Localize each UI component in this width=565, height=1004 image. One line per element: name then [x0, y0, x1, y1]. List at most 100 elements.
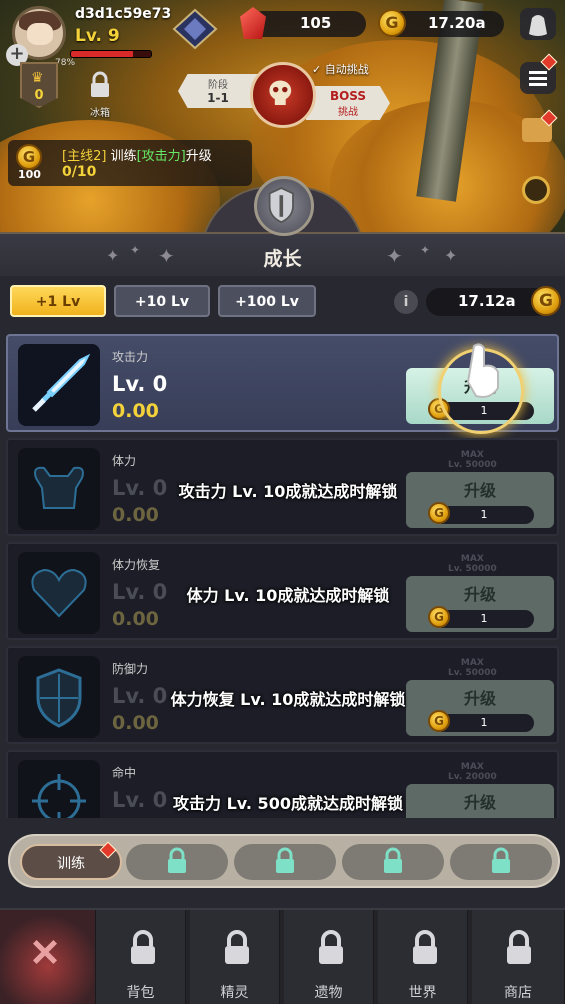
gem-value: 105 — [300, 14, 332, 32]
max-level: MAX Lv. 50000 — [448, 658, 497, 678]
lock-icon — [91, 71, 109, 97]
timer-icon[interactable] — [522, 176, 550, 204]
stat-list[interactable]: 攻击力 Lv. 0 0.00 升级 G 1 体力 Lv. 0 0.00 MAXL… — [6, 330, 559, 818]
locked-feature[interactable]: 冰箱 — [80, 70, 120, 119]
tab-locked-3[interactable] — [342, 844, 444, 880]
stage-value: 1-1 — [207, 91, 229, 105]
stat-card-attack: 攻击力 Lv. 0 0.00 升级 G 1 — [6, 334, 559, 434]
lock-icon — [168, 847, 186, 873]
gold-value: 17.20a — [428, 14, 486, 32]
tab-locked-1[interactable] — [126, 844, 228, 880]
boss-title: BOSS — [329, 89, 367, 103]
hp-percent: 78% — [55, 58, 76, 68]
upgrade-label: 升级 — [463, 793, 496, 812]
gold-coin-icon: G — [378, 9, 406, 37]
nav-label: 精灵 — [220, 985, 249, 1001]
heart-icon — [18, 552, 100, 634]
lock-icon — [276, 847, 294, 873]
upgrade-button[interactable]: 升级 — [406, 784, 554, 818]
quest-suffix: 升级 — [185, 149, 212, 164]
nav-relic[interactable]: 遗物 — [284, 910, 374, 1004]
crown-icon: ♛ — [31, 70, 44, 86]
nav-world[interactable]: 世界 — [378, 910, 468, 1004]
sub-tab-bar: 训练 — [8, 834, 560, 888]
quest-reward: 100 — [18, 168, 41, 181]
info-icon[interactable]: i — [394, 290, 418, 314]
stat-value: 0.00 — [112, 712, 159, 734]
shield-icon — [18, 656, 100, 738]
nav-label: 背包 — [126, 985, 155, 1001]
crosshair-icon — [18, 760, 100, 818]
rank-value: 0 — [34, 88, 44, 103]
auto-battle-toggle[interactable]: ✓ 自动挑战 — [312, 61, 369, 77]
rank-emblem-icon[interactable] — [170, 8, 220, 50]
muscle-icon — [18, 448, 100, 530]
player-level: Lv. 9 — [75, 26, 120, 46]
plus-100-level-button[interactable]: +100 Lv — [218, 285, 316, 317]
upgrade-cost: 1 — [480, 612, 488, 625]
stat-card-stamina: 体力 Lv. 0 0.00 MAX Lv. 50000 升级 G 1 攻击力 Lv… — [6, 438, 559, 536]
upgrade-cost: 1 — [480, 508, 488, 521]
lock-icon — [225, 930, 249, 964]
stat-card-accuracy: 命中 Lv. 0 MAX Lv. 20000 升级 攻击力 Lv. 500成就达成… — [6, 750, 559, 818]
gold-coin-icon: G — [531, 286, 561, 316]
close-icon — [32, 939, 58, 965]
upgrade-label: 升级 — [463, 481, 496, 500]
stat-level: Lv. 0 — [112, 372, 168, 396]
stat-value: 0.00 — [112, 400, 159, 422]
tab-locked-2[interactable] — [234, 844, 336, 880]
quest-title: [主线2] 训练[攻击力]升级 — [62, 145, 212, 164]
quest-verb: 训练 — [110, 149, 137, 164]
stage-indicator: 阶段 1-1 — [178, 74, 258, 108]
unlock-condition: 体力 Lv. 10成就达成时解锁 — [186, 586, 390, 605]
stat-name: 体力恢复 — [112, 558, 161, 572]
quest-progress: 0/10 — [62, 164, 97, 180]
main-quest[interactable]: G 100 [主线2] 训练[攻击力]升级 0/10 — [8, 140, 252, 186]
gold-balance-value: 17.12a — [458, 292, 516, 310]
upgrade-button[interactable]: 升级 G 1 — [406, 472, 554, 528]
max-level: MAX Lv. 50000 — [448, 450, 497, 470]
quest-prefix: [主线2] — [62, 149, 107, 164]
player-name: d3d1c59e73 — [75, 6, 172, 22]
unlock-condition: 体力恢复 Lv. 10成就达成时解锁 — [170, 690, 406, 709]
boss-skull-icon[interactable] — [250, 62, 316, 128]
stat-name: 防御力 — [112, 662, 149, 676]
lock-icon — [384, 847, 402, 873]
nav-bag[interactable]: 背包 — [96, 910, 186, 1004]
stat-value: 0.00 — [112, 608, 159, 630]
growth-emblem-icon — [254, 176, 314, 236]
hp-bar — [70, 50, 152, 58]
tab-locked-4[interactable] — [450, 844, 552, 880]
nav-label: 商店 — [504, 985, 532, 1001]
plus-10-level-button[interactable]: +10 Lv — [114, 285, 210, 317]
upgrade-label: 升级 — [463, 689, 496, 708]
upgrade-label: 升级 — [463, 585, 496, 604]
unlock-condition: 攻击力 Lv. 500成就达成时解锁 — [173, 794, 403, 813]
nav-close[interactable] — [0, 910, 96, 1004]
stat-name: 体力 — [112, 454, 137, 468]
plus-1-level-button[interactable]: +1 Lv — [10, 285, 106, 317]
max-level: MAX Lv. 50000 — [448, 554, 497, 574]
panel-title: 成长 — [263, 248, 302, 270]
boss-challenge-button[interactable]: BOSS 挑战 — [306, 86, 390, 120]
gem-counter[interactable]: 105 — [250, 11, 366, 37]
unlock-condition: 攻击力 Lv. 10成就达成时解锁 — [178, 482, 398, 501]
quest-highlight: [攻击力] — [136, 149, 186, 164]
upgrade-button[interactable]: 升级 G 1 — [406, 680, 554, 736]
nav-spirit[interactable]: 精灵 — [190, 910, 280, 1004]
stat-card-defense: 防御力 Lv. 0 0.00 MAX Lv. 50000 升级 G 1 体力恢复 … — [6, 646, 559, 744]
stage-label: 阶段 — [208, 80, 228, 91]
lock-icon — [131, 930, 155, 964]
nav-label: 世界 — [408, 985, 437, 1001]
lock-icon — [413, 930, 437, 964]
nav-label: 遗物 — [314, 985, 343, 1001]
upgrade-button[interactable]: 升级 G 1 — [406, 576, 554, 632]
nav-shop[interactable]: 商店 — [472, 910, 565, 1004]
locked-feature-label: 冰箱 — [90, 108, 110, 119]
bag-icon[interactable] — [520, 8, 556, 40]
hand-pointer-icon — [466, 343, 499, 398]
stat-name: 命中 — [112, 766, 137, 780]
lock-icon — [492, 847, 510, 873]
stat-value: 0.00 — [112, 504, 159, 526]
auto-battle-label: 自动挑战 — [324, 63, 369, 76]
